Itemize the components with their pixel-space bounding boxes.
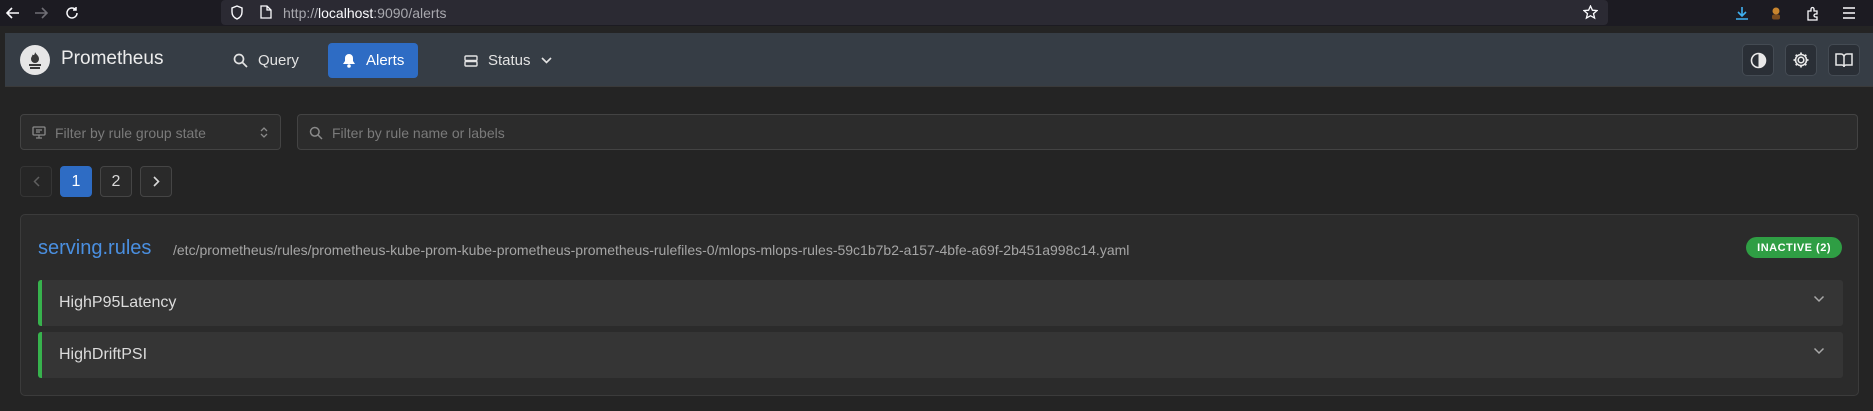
- forward-icon[interactable]: [30, 2, 52, 24]
- rule-group-name: serving.rules: [38, 237, 152, 259]
- select-chevrons-icon: [260, 127, 268, 138]
- chevron-down-icon: [540, 57, 552, 64]
- chevron-right-icon: [152, 176, 160, 187]
- alert-rule-name: HighDriftPSI: [59, 346, 148, 363]
- settings-button[interactable]: [1785, 44, 1817, 76]
- nav-status[interactable]: Status: [450, 43, 566, 78]
- rule-group-state-placeholder: Filter by rule group state: [55, 125, 206, 141]
- docs-button[interactable]: [1828, 44, 1860, 76]
- extension-avatar-icon[interactable]: [1765, 2, 1787, 24]
- alert-rule-row[interactable]: HighDriftPSI: [38, 332, 1843, 378]
- bell-icon: [343, 54, 355, 68]
- pagination-next-button[interactable]: [140, 166, 172, 197]
- contrast-icon: [1750, 52, 1766, 68]
- page-icon[interactable]: [257, 3, 275, 21]
- chevron-down-icon: [1813, 295, 1825, 303]
- bookmark-star-icon[interactable]: [1581, 3, 1599, 21]
- status-badge: INACTIVE (2): [1746, 237, 1842, 258]
- nav-query[interactable]: Query: [219, 43, 313, 78]
- menu-icon[interactable]: [1838, 2, 1860, 24]
- rule-group-state-filter[interactable]: Filter by rule group state: [20, 114, 281, 150]
- search-icon: [233, 53, 248, 68]
- pagination-page-2[interactable]: 2: [100, 166, 132, 197]
- rule-group-card: serving.rules /etc/prometheus/rules/prom…: [20, 214, 1859, 396]
- reload-icon[interactable]: [61, 2, 83, 24]
- app-header: Prometheus Query Alerts Status: [5, 33, 1873, 87]
- url-bar[interactable]: http://localhost:9090/alerts: [221, 0, 1608, 25]
- search-icon: [309, 126, 323, 140]
- gear-icon: [1793, 52, 1809, 68]
- nav-query-label: Query: [258, 52, 299, 69]
- alert-rule-name: HighP95Latency: [59, 294, 177, 311]
- filter-state-icon: [32, 126, 46, 139]
- url-text[interactable]: http://localhost:9090/alerts: [283, 5, 446, 21]
- pagination-prev-button[interactable]: [20, 166, 52, 197]
- book-icon: [1835, 53, 1853, 68]
- brand-title[interactable]: Prometheus: [61, 48, 163, 70]
- rule-search-input[interactable]: Filter by rule name or labels: [297, 114, 1858, 150]
- shield-icon[interactable]: [228, 3, 246, 21]
- pagination-page-1[interactable]: 1: [60, 166, 92, 197]
- back-icon[interactable]: [2, 2, 24, 24]
- chevron-down-icon: [1813, 347, 1825, 355]
- rule-group-file-path: /etc/prometheus/rules/prometheus-kube-pr…: [173, 242, 1130, 258]
- download-icon[interactable]: [1731, 2, 1753, 24]
- extensions-icon[interactable]: [1802, 2, 1824, 24]
- alert-rule-row[interactable]: HighP95Latency: [38, 280, 1843, 326]
- nav-status-label: Status: [488, 52, 531, 69]
- chevron-left-icon: [32, 176, 40, 187]
- browser-toolbar: http://localhost:9090/alerts: [0, 0, 1873, 26]
- prometheus-logo-icon[interactable]: [20, 45, 50, 75]
- nav-alerts[interactable]: Alerts: [328, 43, 419, 78]
- rule-search-placeholder: Filter by rule name or labels: [332, 125, 505, 141]
- nav-alerts-label: Alerts: [366, 52, 405, 69]
- theme-toggle-button[interactable]: [1742, 44, 1774, 76]
- server-icon: [464, 54, 478, 67]
